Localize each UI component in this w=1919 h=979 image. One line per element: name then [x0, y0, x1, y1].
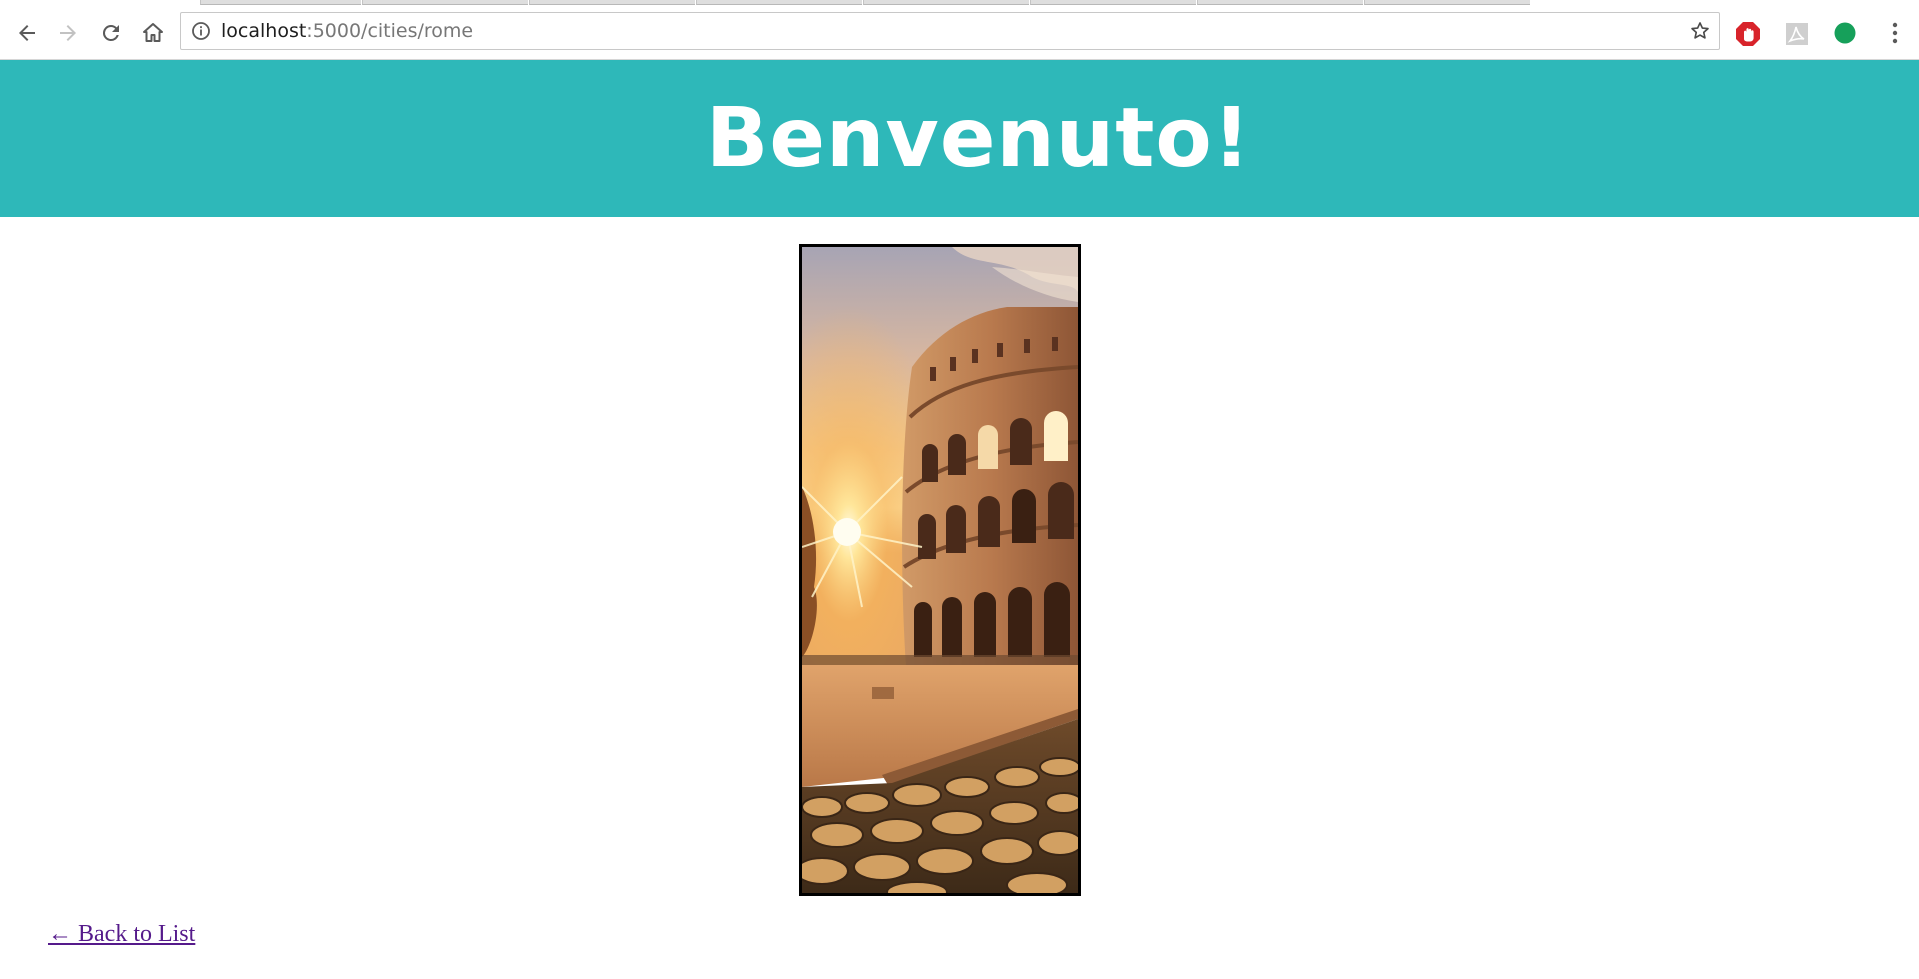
- url-text[interactable]: localhost:5000/cities/rome: [221, 13, 473, 51]
- url-host: localhost: [221, 20, 307, 42]
- back-button[interactable]: [11, 17, 43, 49]
- back-arrow-icon: [19, 25, 35, 41]
- pdf-extension-icon[interactable]: [1784, 21, 1810, 47]
- info-icon[interactable]: [191, 21, 211, 41]
- adblock-extension-icon[interactable]: [1735, 21, 1761, 47]
- address-bar[interactable]: localhost:5000/cities/rome: [180, 12, 1720, 50]
- browser-menu-button[interactable]: [1880, 17, 1910, 49]
- green-circle-extension-icon[interactable]: [1832, 21, 1858, 47]
- back-to-list-link[interactable]: ← Back to List: [48, 921, 195, 948]
- forward-arrow-icon: [60, 25, 76, 41]
- home-button[interactable]: [137, 17, 169, 49]
- page-title: Benvenuto!: [705, 91, 1252, 186]
- browser-toolbar: localhost:5000/cities/rome: [0, 5, 1919, 60]
- url-path: :5000/cities/rome: [306, 20, 474, 42]
- home-icon: [143, 23, 163, 42]
- reload-icon: [102, 24, 119, 41]
- page-content: Benvenuto! ← Back to List: [0, 60, 1919, 979]
- menu-dots-icon: [1892, 22, 1898, 44]
- header-banner: Benvenuto!: [0, 60, 1919, 217]
- forward-button[interactable]: [52, 17, 84, 49]
- colosseum-photo: [802, 247, 1078, 893]
- reload-button[interactable]: [95, 17, 127, 49]
- city-image: [799, 244, 1081, 896]
- bookmark-star-icon[interactable]: [1689, 20, 1711, 42]
